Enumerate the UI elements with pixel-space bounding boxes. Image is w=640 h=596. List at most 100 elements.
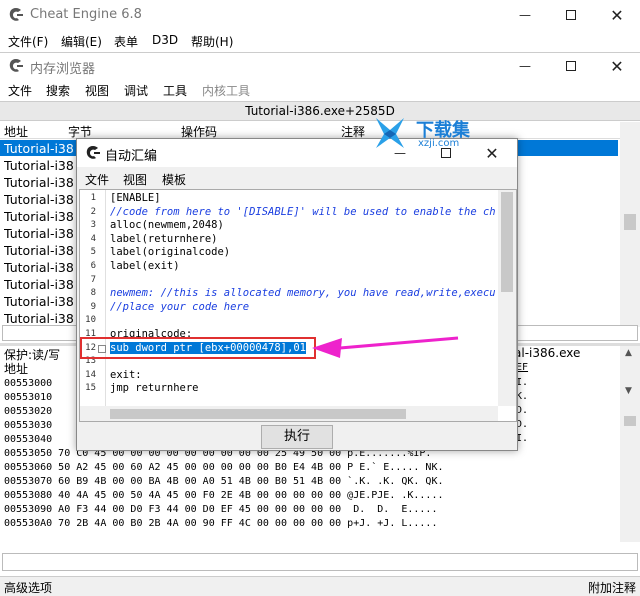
hex-address-header: 地址 <box>4 362 29 376</box>
memview-titlebar: 内存浏览器 — ✕ <box>0 53 640 79</box>
line-number: 9 <box>90 301 96 312</box>
hex-row: 00553070 60 B9 4B 00 00 BA 4B 00 A0 51 4… <box>4 476 444 487</box>
code-line[interactable]: newmem: //this is allocated memory, you … <box>110 287 496 299</box>
maximize-button[interactable] <box>548 0 594 30</box>
memview-title: 内存浏览器 <box>30 62 96 77</box>
hex-scrollbar[interactable]: ▲ ▼ <box>620 346 640 542</box>
main-menubar: 文件(F) 编辑(E) 表单 D3D 帮助(H) <box>0 30 640 50</box>
scroll-up-icon[interactable]: ▲ <box>625 348 632 358</box>
close-icon: ✕ <box>610 56 624 76</box>
code-line[interactable]: label(exit) <box>110 260 180 272</box>
code-line[interactable]: [ENABLE] <box>110 192 161 204</box>
code-line[interactable]: label(originalcode) <box>110 246 230 258</box>
table-row[interactable]: Tutorial-i38 <box>4 293 76 310</box>
address-bar[interactable]: Tutorial-i386.exe+2585D <box>0 101 640 121</box>
hex-row-address: 00553010 <box>4 392 53 403</box>
extra-comments-link[interactable]: 附加注释 <box>588 579 636 596</box>
menu-table[interactable]: 表单 <box>114 33 138 50</box>
memview-maximize-button[interactable] <box>548 53 594 79</box>
autoasm-menu-file[interactable]: 文件 <box>85 171 109 188</box>
autoasm-menubar: 文件 视图 模板 <box>77 168 517 188</box>
cheat-engine-logo-icon <box>9 59 23 72</box>
line-number: 2 <box>90 206 96 217</box>
annotation-arrow <box>312 336 459 358</box>
table-row[interactable]: Tutorial-i38 <box>4 157 76 174</box>
memview-menubar: 文件 搜索 视图 调试 工具 内核工具 <box>0 79 640 99</box>
disasm-scrollbar[interactable] <box>620 122 640 327</box>
line-number: 3 <box>90 220 96 231</box>
code-line[interactable]: //place your code here <box>110 301 249 313</box>
memview-close-button[interactable]: ✕ <box>594 53 640 79</box>
table-row[interactable]: Tutorial-i38 <box>4 208 76 225</box>
menu-help[interactable]: 帮助(H) <box>191 33 233 50</box>
line-number: 8 <box>90 288 96 299</box>
code-editor[interactable]: 1 [ENABLE] 2 //code from here to '[DISABLE]… <box>79 189 517 422</box>
memview-menu-tools[interactable]: 工具 <box>163 82 187 99</box>
hex-module-label: al-i386.exe <box>514 346 581 360</box>
scroll-thumb[interactable] <box>110 409 406 419</box>
autoasm-menu-view[interactable]: 视图 <box>123 171 147 188</box>
line-number: 7 <box>90 274 96 285</box>
line-number: 14 <box>85 369 96 380</box>
memview-menu-kernel-tools[interactable]: 内核工具 <box>202 82 250 99</box>
code-line[interactable]: exit: <box>110 369 142 381</box>
hex-row: 00553080 40 4A 45 00 50 4A 45 00 F0 2E 4… <box>4 490 444 501</box>
table-row[interactable]: Tutorial-i38 <box>4 242 76 259</box>
close-button[interactable]: ✕ <box>594 0 640 30</box>
main-statusbar: 高级选项 附加注释 <box>0 576 640 596</box>
auto-assemble-window: 自动汇编 — ✕ 文件 视图 模板 1 [ENABLE] 2//code from … <box>76 138 518 451</box>
advanced-options-link[interactable]: 高级选项 <box>4 579 52 596</box>
close-icon: ✕ <box>610 5 624 25</box>
editor-vscrollbar[interactable] <box>498 190 516 406</box>
scroll-thumb[interactable] <box>624 416 636 426</box>
hex-row: 00553060 50 A2 45 00 60 A2 45 00 00 00 0… <box>4 462 444 473</box>
table-row[interactable]: Tutorial-i38 <box>4 259 76 276</box>
memview-menu-debug[interactable]: 调试 <box>124 82 148 99</box>
disasm-header: 地址 字节 操作码 注释 <box>0 122 620 139</box>
main-window-title: Cheat Engine 6.8 <box>30 7 142 22</box>
table-row[interactable]: Tutorial-i38 <box>4 191 76 208</box>
table-row[interactable]: Tutorial-i38 <box>4 276 76 293</box>
line-number: 15 <box>85 383 96 394</box>
memview-minimize-button[interactable]: — <box>502 53 548 79</box>
cheat-engine-logo-icon <box>86 146 100 159</box>
code-line[interactable]: alloc(newmem,2048) <box>110 219 224 231</box>
hex-bottom-field <box>2 553 638 571</box>
memview-menu-file[interactable]: 文件 <box>8 82 32 99</box>
autoasm-menu-template[interactable]: 模板 <box>162 171 186 188</box>
maximize-icon <box>566 61 576 71</box>
code-line[interactable]: label(returnhere) <box>110 233 217 245</box>
menu-file[interactable]: 文件(F) <box>8 33 48 50</box>
minimize-button[interactable]: — <box>502 0 548 30</box>
scroll-thumb[interactable] <box>501 192 513 292</box>
line-number: 4 <box>90 233 96 244</box>
hex-row: 00553090 A0 F3 44 00 D0 F3 44 00 D0 EF 4… <box>4 504 438 515</box>
table-row[interactable]: Tutorial-i38 <box>4 225 76 242</box>
table-row[interactable]: Tutorial-i38 <box>4 174 76 191</box>
hex-row-address: 00553020 <box>4 406 53 417</box>
column-header-address[interactable]: 地址 <box>4 123 28 140</box>
hex-row: 005530A0 70 2B 4A 00 B0 2B 4A 00 90 FF 4… <box>4 518 438 529</box>
code-line[interactable]: jmp returnhere <box>110 382 199 394</box>
execute-button[interactable]: 执行 <box>261 425 333 449</box>
main-titlebar: Cheat Engine 6.8 — ✕ <box>0 0 640 30</box>
watermark-logo-icon <box>376 118 404 148</box>
minimize-icon: — <box>519 8 531 22</box>
execute-button-label: 执行 <box>283 429 310 444</box>
memview-menu-search[interactable]: 搜索 <box>46 82 70 99</box>
hex-row-address: 00553000 <box>4 378 53 389</box>
scroll-down-icon[interactable]: ▼ <box>625 386 632 396</box>
memview-menu-view[interactable]: 视图 <box>85 82 109 99</box>
code-line[interactable]: //code from here to '[DISABLE]' will be … <box>110 206 496 218</box>
minimize-icon: — <box>519 59 531 73</box>
menu-edit[interactable]: 编辑(E) <box>61 33 102 50</box>
watermark-sub: xzji.com <box>418 138 460 149</box>
hex-row-address: 00553030 <box>4 420 53 431</box>
scroll-thumb[interactable] <box>624 214 636 230</box>
cheat-engine-logo-icon <box>9 8 23 21</box>
address-bar-text: Tutorial-i386.exe+2585D <box>245 104 395 118</box>
menu-d3d[interactable]: D3D <box>152 33 178 47</box>
table-row[interactable]: Tutorial-i38 <box>4 140 76 157</box>
editor-hscrollbar[interactable] <box>80 406 498 421</box>
maximize-icon <box>566 10 576 20</box>
